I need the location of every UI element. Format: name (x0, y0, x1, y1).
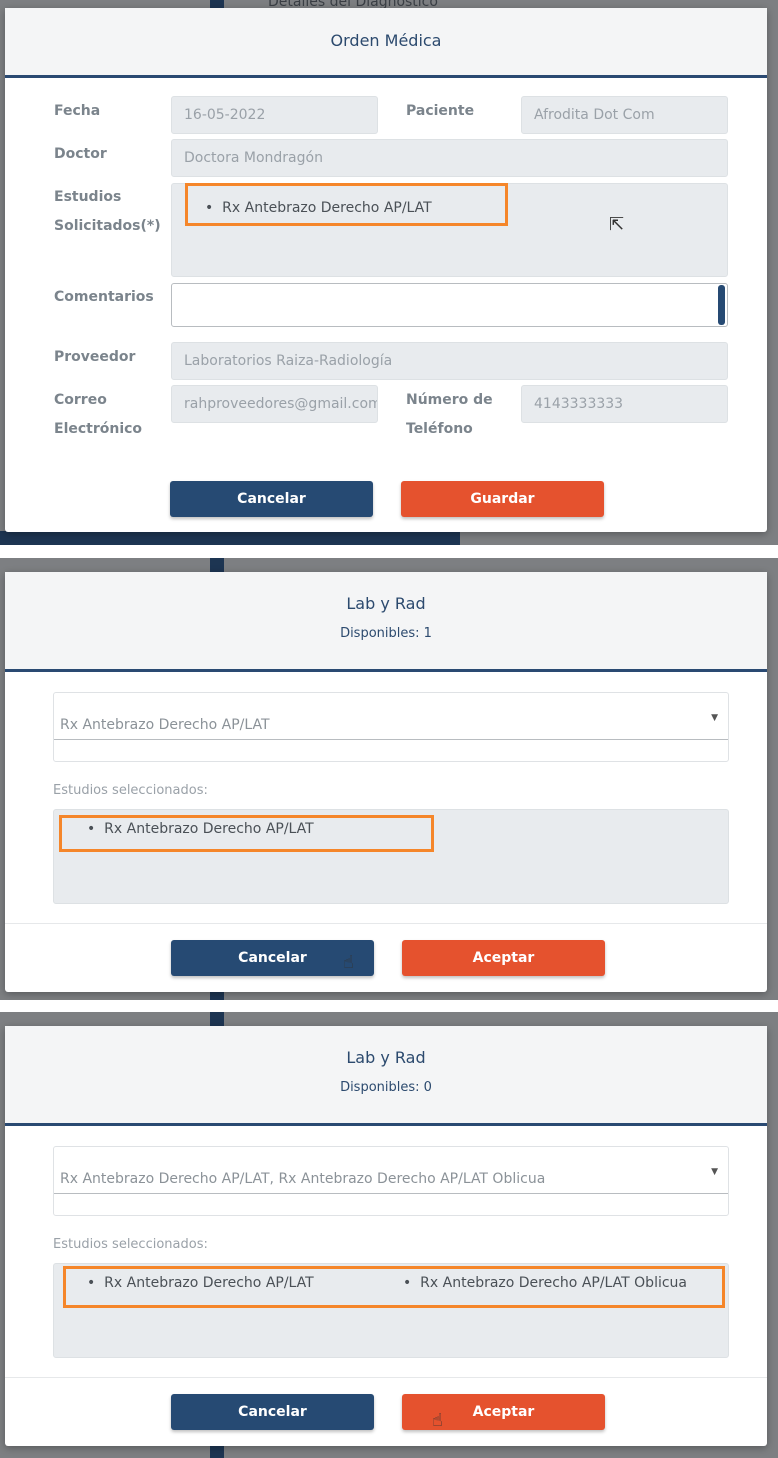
modal-title: Orden Médica (330, 31, 442, 50)
estudios-label-line2: Solicitados(*) (54, 218, 161, 234)
hand-cursor-icon: ☝ (343, 952, 354, 973)
selected-label: Estudios seleccionados: (53, 1237, 208, 1252)
doctor-field[interactable]: Doctora Mondragón (171, 139, 728, 177)
proveedor-label: Proveedor (54, 349, 136, 365)
modal-title: Lab y Rad (346, 594, 426, 613)
paciente-label: Paciente (406, 103, 475, 119)
chevron-down-icon[interactable]: ▼ (711, 1167, 718, 1177)
telefono-label-line2: Teléfono (406, 421, 473, 437)
modal-header: Lab y Rad Disponibles: 0 (5, 1026, 767, 1126)
lab-rad-modal: Lab y Rad Disponibles: 0 Rx Antebrazo De… (5, 1026, 767, 1446)
footer-divider (5, 923, 767, 924)
available-count: Disponibles: 1 (340, 626, 432, 641)
modal-header: Orden Médica (5, 8, 767, 78)
available-count: Disponibles: 0 (340, 1080, 432, 1095)
doctor-label: Doctor (54, 146, 107, 162)
fecha-label: Fecha (54, 103, 101, 119)
correo-label-line2: Electrónico (54, 421, 143, 437)
correo-label: Correo Electrónico (54, 386, 142, 444)
textarea-scrollbar[interactable] (718, 285, 725, 325)
correo-label-line1: Correo (54, 392, 107, 408)
proveedor-field[interactable]: Laboratorios Raiza-Radiología (171, 342, 728, 380)
telefono-label-line1: Número de (406, 392, 493, 408)
select-value: Rx Antebrazo Derecho AP/LAT (60, 717, 270, 733)
comentarios-textarea[interactable] (171, 283, 728, 327)
studies-select[interactable]: Rx Antebrazo Derecho AP/LAT ▼ (53, 692, 729, 762)
orden-medica-modal: Orden Médica Fecha 16-05-2022 Paciente A… (5, 8, 767, 532)
arrow-cursor-icon: ⇱ (609, 214, 625, 235)
footer-divider (5, 1377, 767, 1378)
highlight-box (59, 815, 434, 852)
hand-cursor-icon: ☝ (432, 1410, 443, 1431)
cancel-button[interactable]: Cancelar (170, 481, 373, 517)
select-underline (54, 1193, 728, 1194)
highlight-box (185, 183, 508, 226)
selected-label: Estudios seleccionados: (53, 783, 208, 798)
modal-title: Lab y Rad (346, 1048, 426, 1067)
accept-button[interactable]: Aceptar (402, 940, 605, 976)
modal-header: Lab y Rad Disponibles: 1 (5, 572, 767, 672)
highlight-box (63, 1266, 725, 1308)
screenshot-lab-rad-1: Lab y Rad Disponibles: 1 Rx Antebrazo De… (0, 558, 778, 1000)
studies-select[interactable]: Rx Antebrazo Derecho AP/LAT, Rx Antebraz… (53, 1146, 729, 1216)
background-bar (0, 531, 460, 545)
estudios-label: Estudios Solicitados(*) (54, 183, 161, 241)
chevron-down-icon[interactable]: ▼ (711, 713, 718, 723)
save-button[interactable]: Guardar (401, 481, 604, 517)
correo-field[interactable]: rahproveedores@gmail.com (171, 385, 378, 423)
comentarios-label: Comentarios (54, 289, 154, 305)
select-value: Rx Antebrazo Derecho AP/LAT, Rx Antebraz… (60, 1171, 546, 1187)
telefono-label: Número de Teléfono (406, 386, 493, 444)
screenshot-lab-rad-2: Lab y Rad Disponibles: 0 Rx Antebrazo De… (0, 1012, 778, 1458)
fecha-field[interactable]: 16-05-2022 (171, 96, 378, 134)
select-underline (54, 739, 728, 740)
paciente-field[interactable]: Afrodita Dot Com (521, 96, 728, 134)
estudios-label-line1: Estudios (54, 189, 122, 205)
cancel-button[interactable]: Cancelar (171, 1394, 374, 1430)
telefono-field[interactable]: 4143333333 (521, 385, 728, 423)
lab-rad-modal: Lab y Rad Disponibles: 1 Rx Antebrazo De… (5, 572, 767, 992)
screenshot-orden-medica: Detalles del Diagnóstico Orden Médica Fe… (0, 0, 778, 545)
